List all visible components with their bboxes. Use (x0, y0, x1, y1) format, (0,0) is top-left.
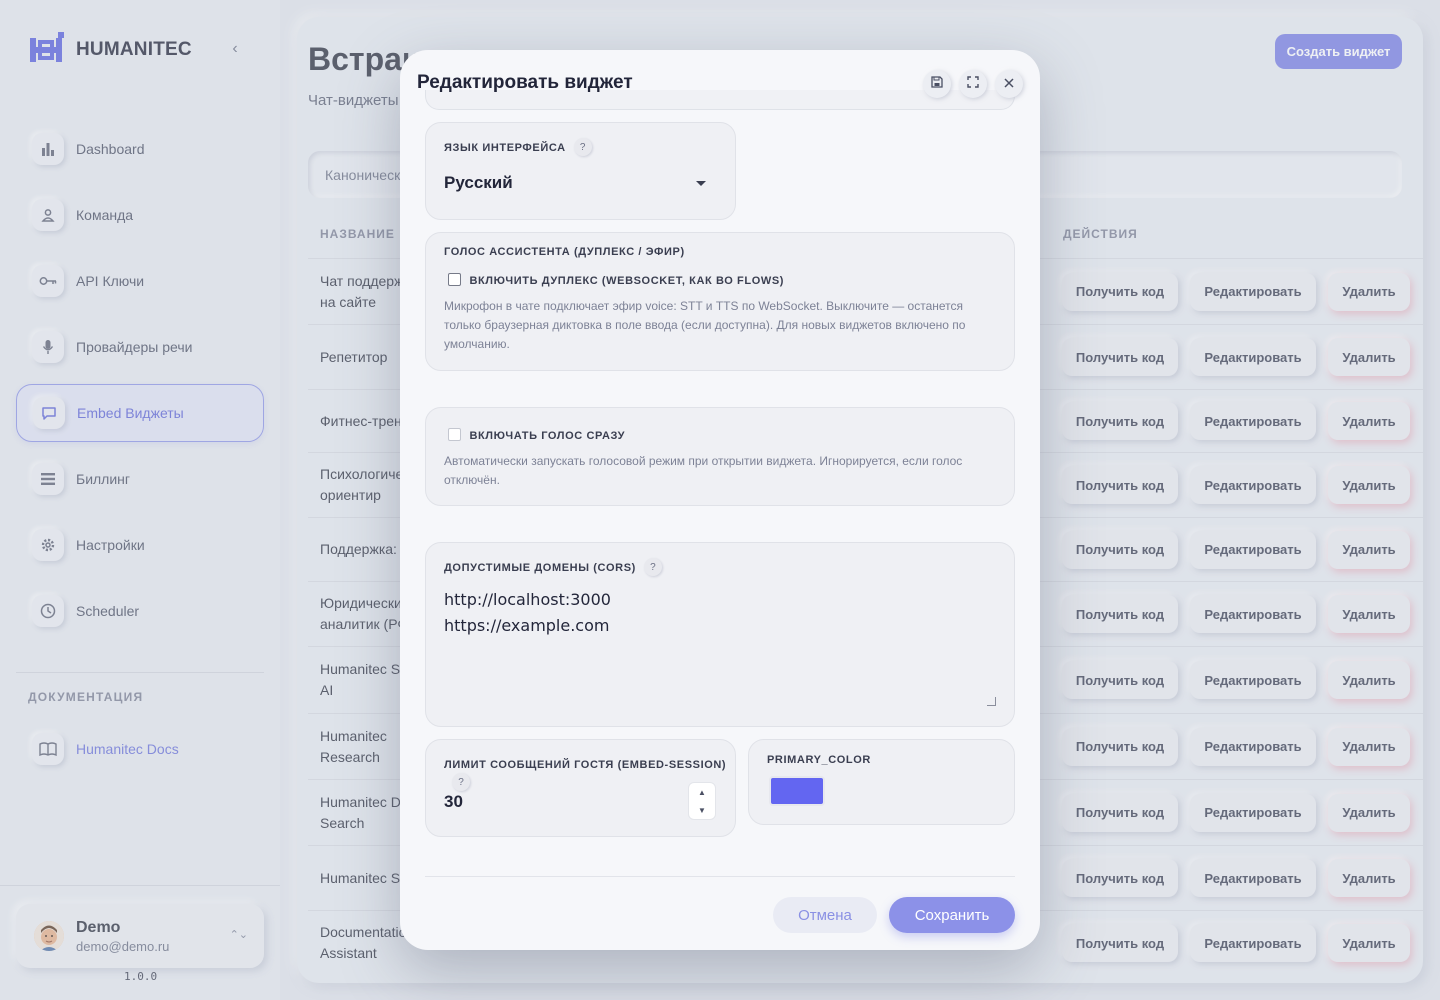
language-select[interactable]: ЯЗЫК ИНТЕРФЕЙСА? Русский (425, 122, 736, 220)
primary-color-label: PRIMARY_COLOR (767, 754, 871, 766)
dropdown-arrow-icon (696, 181, 706, 186)
increment-arrow-icon[interactable]: ▲ (698, 788, 706, 797)
guest-message-limit-field[interactable]: ЛИМИТ СООБЩЕНИЙ ГОСТЯ (EMBED-SESSION)? 3… (425, 739, 736, 837)
guest-limit-label: ЛИМИТ СООБЩЕНИЙ ГОСТЯ (EMBED-SESSION) (444, 759, 727, 771)
autovoice-option[interactable]: ВКЛЮЧАТЬ ГОЛОС СРАЗУ (448, 426, 625, 444)
duplex-option[interactable]: ВКЛЮЧИТЬ ДУПЛЕКС (WEBSOCKET, КАК ВО FLOW… (448, 271, 784, 289)
primary-color-picker[interactable] (769, 776, 825, 806)
cors-domains-textarea[interactable]: ДОПУСТИМЫЕ ДОМЕНЫ (CORS)? http://localho… (425, 542, 1015, 727)
quantity-stepper[interactable]: ▲ ▼ (688, 782, 716, 820)
decrement-arrow-icon[interactable]: ▼ (698, 806, 706, 815)
duplex-checkbox[interactable] (448, 273, 461, 287)
assistant-voice-section: ГОЛОС АССИСТЕНТА (ДУПЛЕКС / ЭФИР) ВКЛЮЧИ… (425, 232, 1015, 371)
close-icon (1004, 75, 1014, 93)
resize-handle-icon[interactable] (987, 697, 996, 706)
help-icon[interactable]: ? (573, 138, 592, 156)
cors-label-row: ДОПУСТИМЫЕ ДОМЕНЫ (CORS)? (444, 558, 662, 576)
close-dialog-button[interactable] (995, 70, 1023, 98)
cors-label: ДОПУСТИМЫЕ ДОМЕНЫ (CORS) (444, 562, 636, 575)
dialog-title: Редактировать виджет (417, 72, 633, 93)
fullscreen-button[interactable] (959, 70, 987, 98)
expand-icon (967, 75, 979, 93)
duplex-checkbox-label[interactable]: ВКЛЮЧИТЬ ДУПЛЕКС (WEBSOCKET, КАК ВО FLOW… (469, 275, 784, 287)
cancel-button[interactable]: Отмена (773, 897, 877, 933)
assistant-voice-label: ГОЛОС АССИСТЕНТА (ДУПЛЕКС / ЭФИР) (444, 246, 685, 258)
help-icon[interactable]: ? (452, 773, 470, 791)
language-label-row: ЯЗЫК ИНТЕРФЕЙСА? (444, 138, 592, 156)
duplex-hint: Микрофон в чате подключает эфир voice: S… (444, 299, 966, 351)
save-button[interactable]: Сохранить (889, 897, 1015, 933)
edit-widget-dialog: Редактировать виджет ЯЗЫК ИНТЕРФЕЙСА? Ру… (400, 50, 1040, 950)
help-icon[interactable]: ? (643, 558, 662, 576)
autovoice-checkbox[interactable] (448, 428, 461, 442)
language-label: ЯЗЫК ИНТЕРФЕЙСА (444, 142, 566, 155)
cors-domain-line: http://localhost:3000 (444, 590, 611, 609)
autovoice-hint: Автоматически запускать голосовой режим … (444, 454, 963, 487)
save-draft-button[interactable] (923, 70, 951, 98)
primary-color-field: PRIMARY_COLOR (748, 739, 1015, 825)
cors-domain-line: https://example.com (444, 616, 610, 635)
autovoice-checkbox-label[interactable]: ВКЛЮЧАТЬ ГОЛОС СРАЗУ (469, 430, 625, 442)
floppy-disk-icon (931, 75, 943, 93)
language-value: Русский (444, 173, 513, 192)
guest-limit-value: 30 (444, 792, 463, 811)
autovoice-section: ВКЛЮЧАТЬ ГОЛОС СРАЗУ Автоматически запус… (425, 407, 1015, 506)
dialog-footer-divider (425, 876, 1015, 877)
cors-value: http://localhost:3000 https://example.co… (444, 587, 611, 639)
